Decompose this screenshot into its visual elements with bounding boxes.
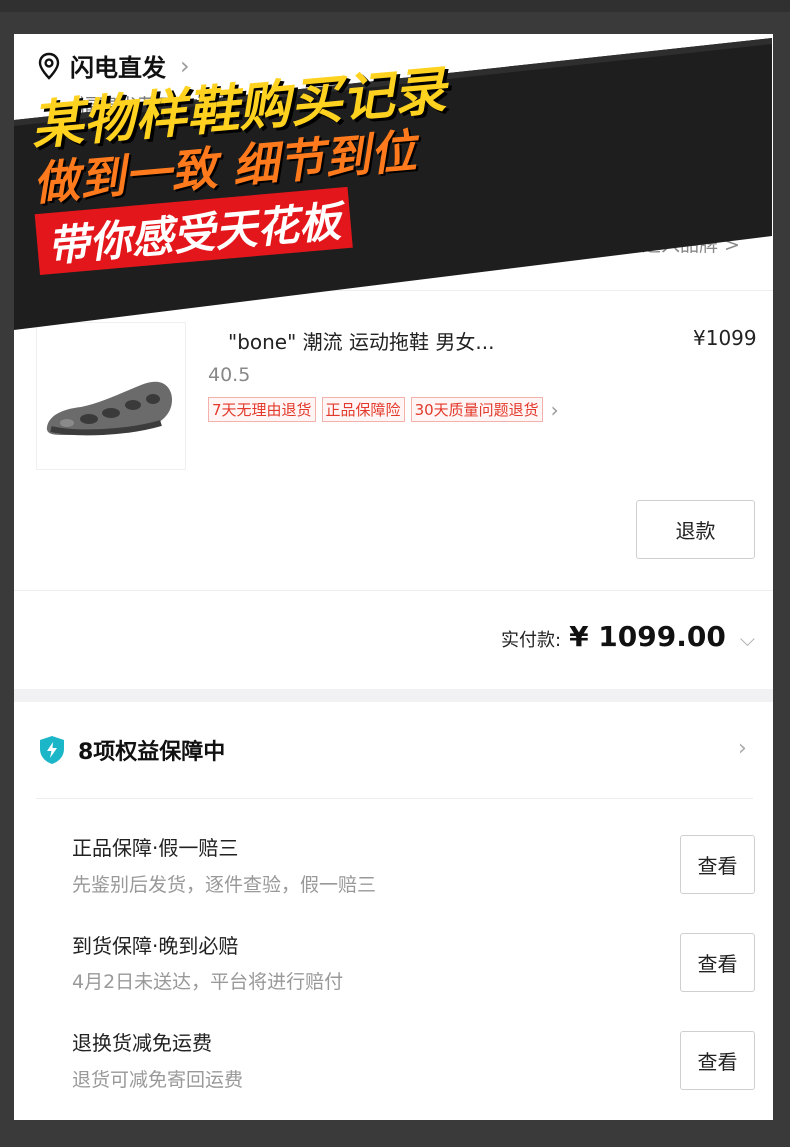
section-gap bbox=[14, 689, 773, 702]
shipping-method-title: 闪电直发 bbox=[70, 54, 166, 82]
chevron-right-icon: › bbox=[180, 51, 190, 80]
guarantee-header[interactable]: 8项权益保障中 bbox=[38, 734, 225, 766]
product-image[interactable] bbox=[36, 322, 186, 470]
recipient-name: 吴本奇 bbox=[544, 94, 604, 118]
guarantee-title: 8项权益保障中 bbox=[78, 740, 226, 765]
divider bbox=[14, 290, 773, 291]
divider bbox=[14, 590, 773, 591]
guarantee-item-title: 退换货减免运费 bbox=[72, 1031, 212, 1055]
service-tag: 30天质量问题退货 bbox=[410, 397, 543, 422]
guarantee-item-title: 到货保障·晚到必赔 bbox=[72, 934, 239, 958]
enter-brand-link[interactable]: 进入品牌 > bbox=[642, 230, 740, 257]
paid-label: 实付款: bbox=[500, 630, 562, 651]
location-pin-icon bbox=[38, 52, 60, 80]
payment-summary[interactable]: 实付款: ¥ 1099.00 ⌵ bbox=[501, 620, 755, 653]
top-strip bbox=[0, 0, 790, 12]
view-button[interactable]: 查看 bbox=[680, 835, 755, 894]
guarantee-item-desc: 先鉴别后发货，逐件查验，假一赔三 bbox=[72, 874, 377, 896]
chevron-right-icon: › bbox=[550, 397, 559, 422]
guarantee-item-title: 正品保障·假一赔三 bbox=[72, 836, 239, 860]
product-size: 40.5 bbox=[208, 364, 251, 386]
foam-slide-shoe-icon bbox=[46, 381, 173, 436]
service-tag: 7天无理由退货 bbox=[208, 397, 316, 422]
product-title[interactable]: "bone" 潮流 运动拖鞋 男女... bbox=[228, 326, 494, 355]
modify-address-button[interactable]: 修改 bbox=[665, 96, 755, 142]
chevron-right-icon[interactable]: › bbox=[738, 736, 747, 761]
guarantee-item-desc: 4月2日未送达，平台将进行赔付 bbox=[72, 971, 344, 993]
service-tag: 正品保障险 bbox=[321, 397, 405, 422]
view-button[interactable]: 查看 bbox=[680, 1031, 755, 1090]
guarantee-item-desc: 退货可减免寄回运费 bbox=[72, 1069, 244, 1091]
chevron-down-icon: ⌵ bbox=[739, 627, 755, 651]
service-tags[interactable]: 7天无理由退货 正品保障险 30天质量问题退货 › bbox=[208, 397, 559, 422]
view-button[interactable]: 查看 bbox=[680, 933, 755, 992]
shipping-address: 福建省莆田市荔城区镇海街道 bbox=[78, 94, 338, 118]
divider bbox=[36, 798, 753, 799]
product-price: ¥1099 bbox=[693, 326, 757, 350]
shield-lightning-icon bbox=[40, 736, 64, 764]
shipping-header[interactable]: 闪电直发 › bbox=[38, 48, 190, 83]
paid-amount: ¥ 1099.00 bbox=[569, 620, 726, 653]
refund-button[interactable]: 退款 bbox=[636, 500, 755, 559]
order-detail-page: 闪电直发 › 福建省莆田市荔城区镇海街道 吴本奇 修改 进入品牌 > "bone… bbox=[14, 34, 773, 1120]
